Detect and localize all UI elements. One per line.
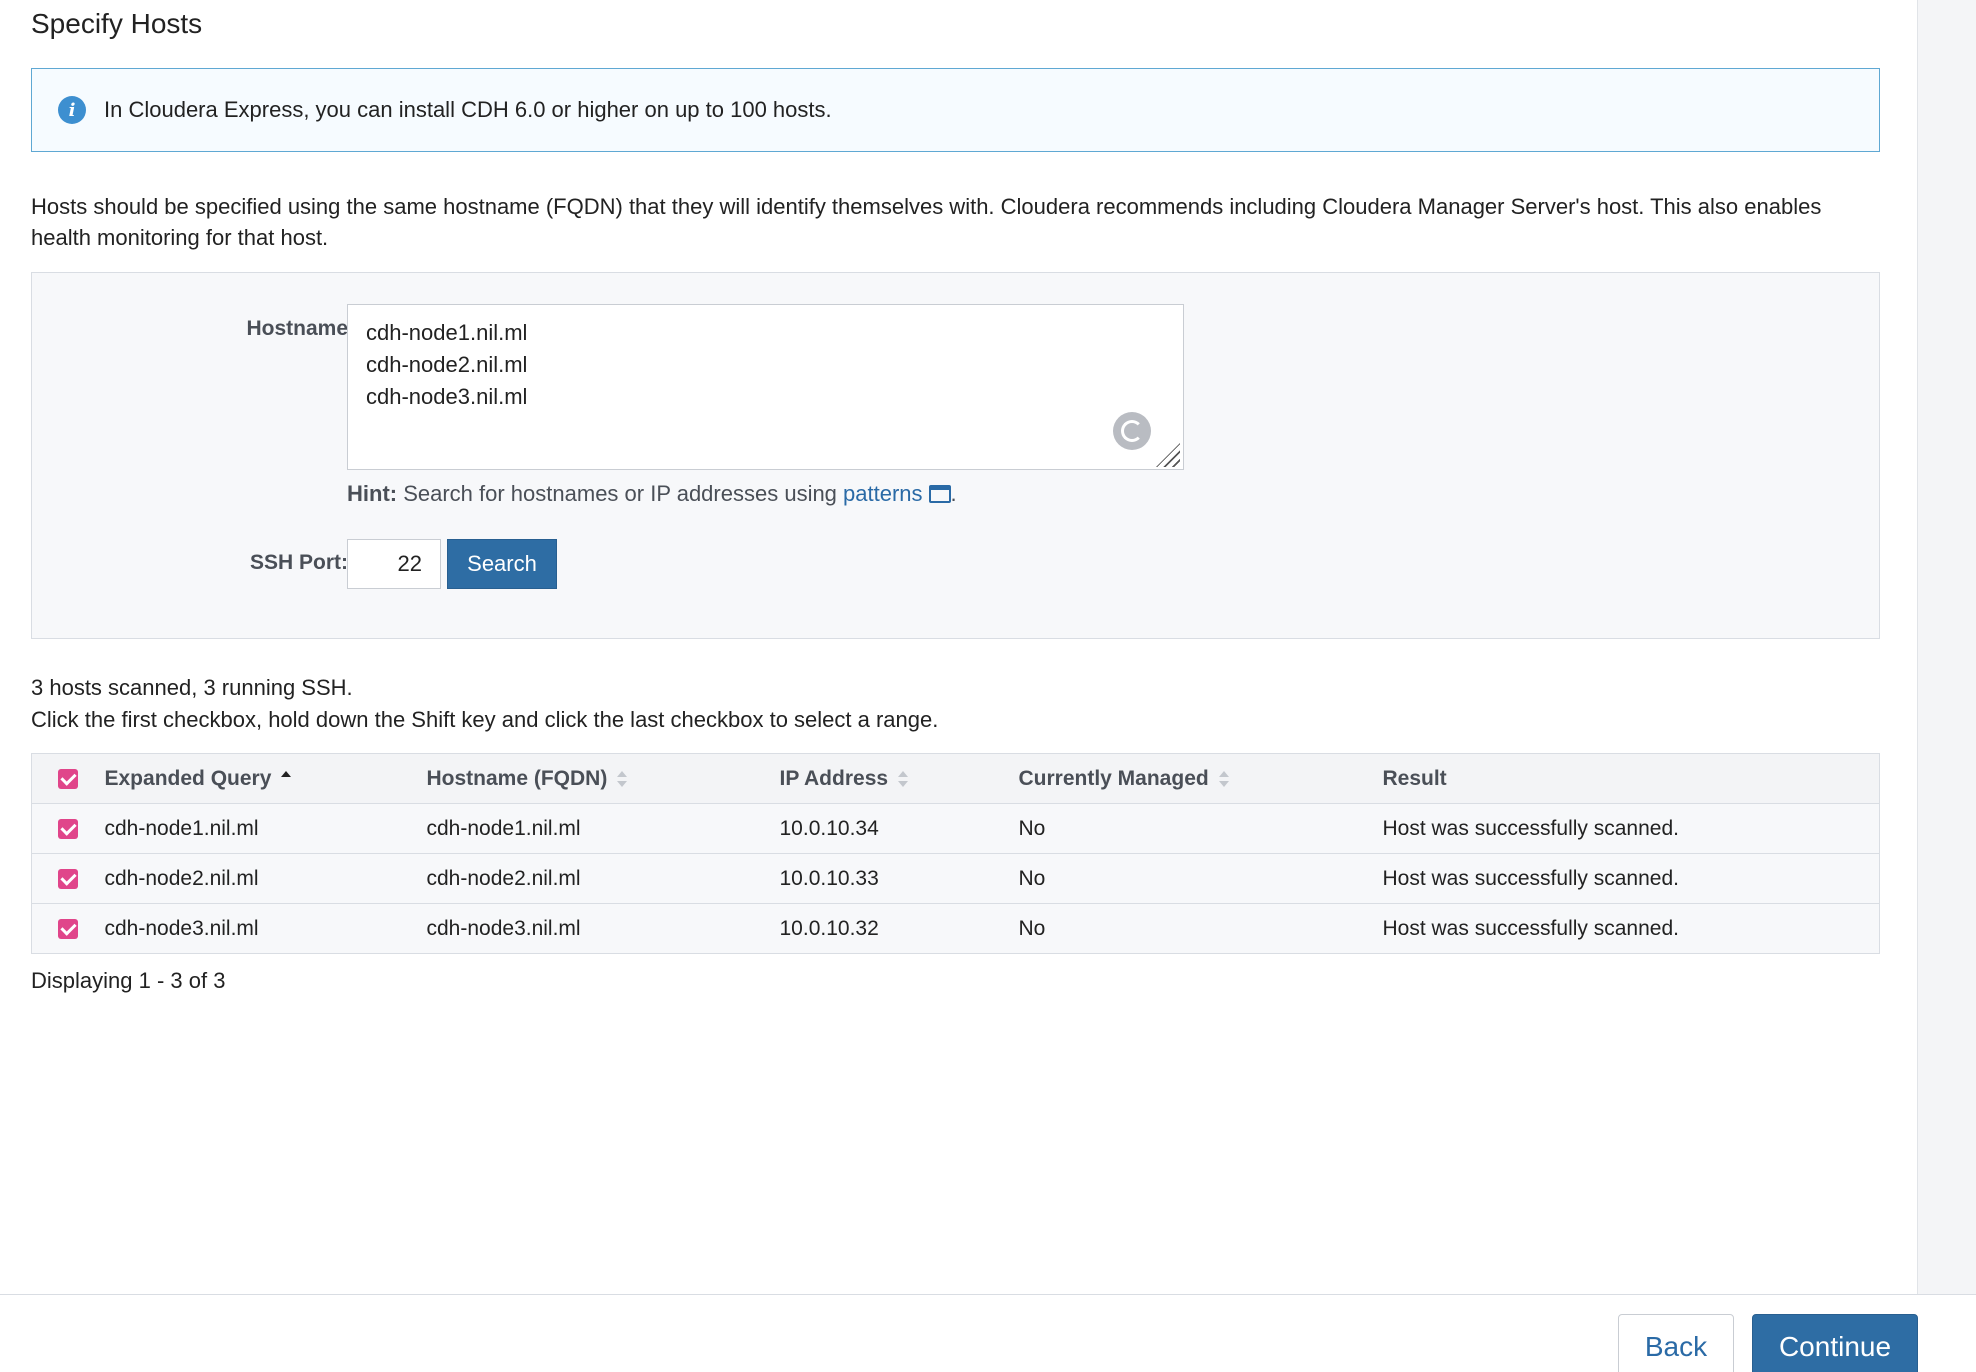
column-hostname[interactable]: Hostname (FQDN) [427, 754, 780, 804]
scan-summary-text: 3 hosts scanned, 3 running SSH. [31, 675, 353, 700]
row-checkbox[interactable] [58, 868, 78, 889]
column-header-label: Hostname (FQDN) [426, 766, 608, 790]
ssh-port-label: SSH Port: [249, 551, 348, 574]
row-checkbox-cell [32, 804, 105, 854]
table-row[interactable]: cdh-node1.nil.ml cdh-node1.nil.ml 10.0.1… [31, 803, 1880, 854]
continue-button[interactable]: Continue [1752, 1314, 1918, 1372]
scan-summary: 3 hosts scanned, 3 running SSH. Click th… [31, 672, 938, 736]
hosts-table: Expanded Query Hostname (FQDN) IP Addres… [31, 753, 1880, 954]
column-header-label: Currently Managed [1018, 766, 1209, 790]
row-checkbox[interactable] [58, 818, 78, 839]
cell-ip-address: 10.0.10.32 [779, 916, 879, 940]
cell-currently-managed: No [1018, 866, 1046, 890]
cell-ip-address: 10.0.10.34 [779, 816, 879, 840]
hint-body: Search for hostnames or IP addresses usi… [397, 481, 844, 506]
row-checkbox[interactable] [58, 918, 78, 939]
grammarly-icon[interactable] [1113, 412, 1151, 450]
cell-expanded-query: cdh-node1.nil.ml [104, 816, 259, 840]
hostname-label: Hostname [246, 317, 348, 340]
cell-hostname: cdh-node3.nil.ml [426, 916, 581, 940]
hostname-textarea[interactable]: cdh-node1.nil.ml cdh-node2.nil.ml cdh-no… [347, 304, 1184, 470]
column-ip-address[interactable]: IP Address [780, 754, 1019, 804]
column-expanded-query[interactable]: Expanded Query [105, 754, 427, 804]
table-header-row: Expanded Query Hostname (FQDN) IP Addres… [31, 753, 1880, 804]
column-result: Result [1382, 766, 1447, 790]
sort-icon[interactable] [1218, 770, 1229, 787]
info-alert: i In Cloudera Express, you can install C… [31, 68, 1880, 152]
sort-icon[interactable] [617, 770, 628, 787]
select-all-checkbox[interactable] [58, 768, 78, 789]
right-gutter [1917, 0, 1976, 1294]
patterns-link[interactable]: patterns [843, 481, 923, 506]
row-checkbox-cell [32, 904, 105, 954]
cell-expanded-query: cdh-node2.nil.ml [104, 866, 259, 890]
sort-ascending-icon[interactable] [281, 770, 292, 787]
cell-result: Host was successfully scanned. [1382, 916, 1679, 940]
column-header-label: Expanded Query [104, 766, 272, 790]
hint-text: Hint: Search for hostnames or IP address… [347, 481, 957, 507]
cell-hostname: cdh-node1.nil.ml [426, 816, 581, 840]
cell-ip-address: 10.0.10.33 [779, 866, 879, 890]
pagination-summary: Displaying 1 - 3 of 3 [31, 968, 226, 993]
cell-currently-managed: No [1018, 916, 1046, 940]
hint-end: . [950, 481, 957, 506]
column-header-label: IP Address [779, 766, 889, 790]
cell-hostname: cdh-node2.nil.ml [426, 866, 581, 890]
search-button[interactable]: Search [447, 539, 557, 589]
table-row[interactable]: cdh-node2.nil.ml cdh-node2.nil.ml 10.0.1… [31, 853, 1880, 904]
cell-currently-managed: No [1018, 816, 1046, 840]
cell-result: Host was successfully scanned. [1382, 866, 1679, 890]
sort-icon[interactable] [898, 770, 909, 787]
info-icon: i [58, 96, 86, 124]
cell-result: Host was successfully scanned. [1382, 816, 1679, 840]
column-currently-managed[interactable]: Currently Managed [1019, 754, 1383, 804]
cell-expanded-query: cdh-node3.nil.ml [104, 916, 259, 940]
page-title: Specify Hosts [31, 8, 203, 39]
row-checkbox-cell [32, 854, 105, 904]
select-all-cell [32, 754, 105, 804]
range-select-instructions: Click the first checkbox, hold down the … [31, 707, 939, 732]
table-row[interactable]: cdh-node3.nil.ml cdh-node3.nil.ml 10.0.1… [31, 903, 1880, 954]
back-button[interactable]: Back [1618, 1314, 1734, 1372]
ssh-port-input[interactable]: 22 [347, 539, 441, 589]
popup-window-icon[interactable] [928, 485, 951, 503]
host-search-panel: Hostname cdh-node1.nil.ml cdh-node2.nil.… [31, 272, 1880, 639]
hint-label: Hint: [347, 481, 398, 506]
info-alert-text: In Cloudera Express, you can install CDH… [104, 97, 832, 122]
wizard-footer: Back Continue [0, 1294, 1976, 1372]
description-text: Hosts should be specified using the same… [31, 194, 1822, 250]
main-content: Specify Hosts i In Cloudera Express, you… [0, 0, 1917, 1294]
